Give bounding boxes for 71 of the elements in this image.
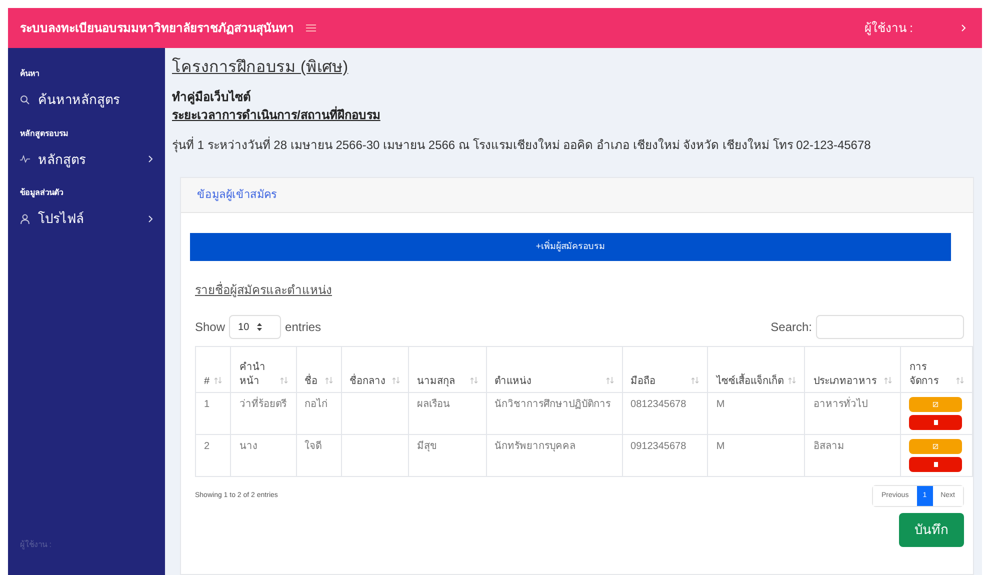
chevron-right-icon	[148, 155, 153, 164]
sort-icon	[470, 377, 478, 384]
manual-link[interactable]: ทำคู่มือเว็บไซต์	[172, 88, 251, 106]
table-cell: 0812345678	[630, 399, 686, 410]
sort-icon	[884, 377, 892, 384]
column-header[interactable]: ชื่อ	[304, 374, 318, 388]
sidebar-footer: ผู้ใช้งาน :	[20, 539, 153, 551]
column-header[interactable]: ประเภทอาหาร	[813, 374, 876, 388]
sidebar-heading: ค้นหา	[20, 68, 40, 80]
chevron-right-icon	[148, 214, 153, 223]
trash-icon	[934, 462, 938, 467]
delete-button[interactable]	[909, 457, 962, 472]
sort-icon	[280, 377, 288, 384]
table-cell: ว่าที่ร้อยตรี	[239, 399, 286, 410]
sort-icon	[214, 377, 222, 384]
search-label: Search:	[770, 319, 812, 336]
delete-button[interactable]	[909, 415, 962, 430]
edit-button[interactable]	[909, 439, 962, 454]
sidebar-item[interactable]: หลักสูตร	[20, 150, 153, 169]
entries-label: entries	[285, 319, 322, 336]
pulse-icon	[20, 155, 30, 164]
table-cell: นาง	[239, 441, 258, 452]
session-info: รุ่นที่ 1 ระหว่างวันที่ 28 เมษายน 2566-30 เมษายน 2566 ณ โรงแรมเชียงใหม่ ออคิด อำเภอ เชียงใหม่ จังหวัด เชียงใหม่ โทร 02-123-45678	[172, 136, 872, 154]
edit-icon	[933, 402, 938, 407]
search-icon	[20, 94, 30, 105]
table-cell: นักทรัพยากรบุคคล	[494, 441, 576, 452]
save-button[interactable]: บันทึก	[899, 513, 964, 547]
table-cell: นักวิชาการศึกษาปฏิบัติการ	[494, 399, 611, 410]
sort-icon	[788, 377, 796, 384]
add-applicant-button[interactable]: +เพิ่มผู้สมัครอบรม	[190, 233, 951, 261]
sort-icon	[956, 377, 964, 384]
column-header[interactable]: ตำแหน่ง	[494, 374, 532, 388]
page-title: โครงการฝึกอบรม (พิเศษ)	[172, 56, 350, 78]
table-cell: M	[716, 441, 725, 452]
edit-icon	[933, 444, 938, 449]
table-cell: 1	[204, 399, 210, 410]
column-header[interactable]: #	[204, 374, 210, 388]
table-cell: อิสลาม	[813, 441, 844, 452]
sort-icon	[324, 377, 333, 384]
sort-icon	[691, 377, 700, 384]
sidebar-heading: หลักสูตรอบรม	[20, 128, 69, 140]
chevron-right-icon[interactable]	[961, 24, 966, 32]
table-cell: ใจดี	[304, 441, 322, 452]
sidebar-item[interactable]: ค้นหาหลักสูตร	[20, 90, 153, 110]
edit-button[interactable]	[909, 397, 962, 412]
table-cell: กอไก่	[304, 399, 328, 410]
column-header[interactable]: มือถือ	[630, 374, 656, 388]
user-label: ผู้ใช้งาน :	[864, 20, 913, 37]
table-cell: อาหารทั่วไป	[813, 399, 868, 410]
schedule-link[interactable]: ระยะเวลาการดำเนินการ/สถานที่ฝึกอบรม	[172, 106, 380, 124]
table-cell: 0912345678	[630, 441, 686, 452]
column-header[interactable]: นามสกุล	[417, 374, 456, 388]
sidebar-item[interactable]: โปรไฟล์	[20, 209, 153, 228]
table-cell: M	[716, 399, 725, 410]
sort-icon	[606, 377, 614, 384]
trash-icon	[934, 420, 938, 425]
page-size-select[interactable]: 10	[229, 315, 282, 339]
table-cell: ผลเรือน	[417, 399, 450, 410]
sidebar-heading: ข้อมูลส่วนตัว	[20, 187, 64, 199]
app-title: ระบบลงทะเบียนอบรมมหาวิทยาลัยราชภัฏสวนสุนันทา	[20, 20, 294, 37]
applicant-list-link[interactable]: รายชื่อผู้สมัครและตำแหน่ง	[195, 281, 332, 299]
sort-icon	[392, 377, 400, 384]
card-title: ข้อมูลผู้เข้าสมัคร	[197, 188, 277, 203]
sort-icon	[257, 323, 262, 331]
table-cell: มีสุข	[417, 441, 438, 452]
column-header[interactable]: ชื่อกลาง	[350, 374, 386, 388]
show-label: Show	[195, 319, 226, 336]
search-field[interactable]	[816, 315, 964, 339]
menu-icon[interactable]	[306, 24, 316, 32]
table-cell: 2	[204, 441, 210, 452]
user-icon	[20, 214, 30, 224]
